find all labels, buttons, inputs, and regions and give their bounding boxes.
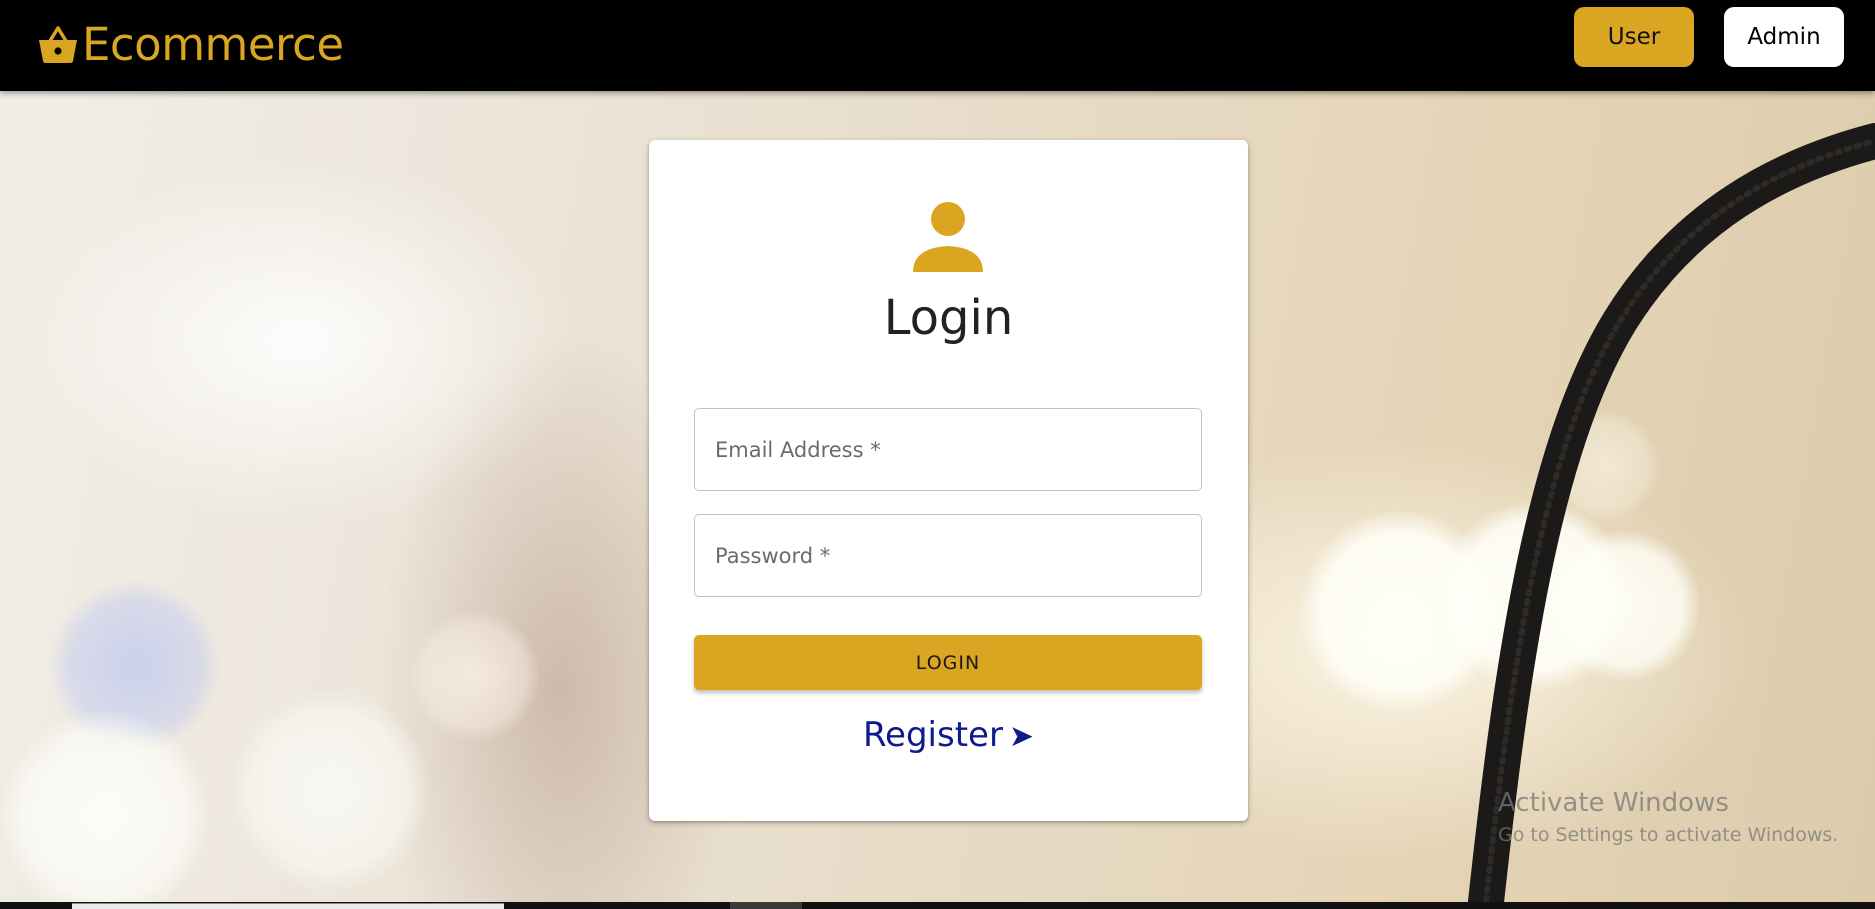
register-link[interactable]: Register ➤ (649, 715, 1248, 755)
activate-windows-watermark: Activate Windows Go to Settings to activ… (1498, 788, 1838, 850)
login-page: Ecommerce User Admin Login LOGIN Registe… (0, 0, 1875, 909)
bokeh-light (230, 691, 430, 891)
watermark-subtitle: Go to Settings to activate Windows. (1498, 824, 1839, 847)
arrow-right-icon: ➤ (1008, 719, 1035, 754)
email-field[interactable] (694, 408, 1202, 491)
top-navbar: Ecommerce User Admin (0, 0, 1875, 91)
taskbar-strip (0, 902, 1875, 909)
register-label: Register (862, 715, 1003, 755)
login-button[interactable]: LOGIN (694, 635, 1202, 690)
brand-logo-link[interactable]: Ecommerce (36, 14, 344, 74)
login-card: Login LOGIN Register➤ (649, 140, 1248, 821)
watermark-title: Activate Windows (1498, 788, 1729, 818)
login-title: Login (883, 290, 1014, 346)
user-button[interactable]: User (1574, 7, 1694, 67)
taskbar-item[interactable] (730, 902, 802, 909)
bag-strap-image (1467, 123, 1875, 902)
email-input[interactable] (695, 409, 1201, 490)
bokeh-light (410, 611, 540, 741)
password-input[interactable] (695, 515, 1201, 596)
bokeh-light (0, 711, 210, 902)
taskbar-thumbnail[interactable] (72, 903, 504, 909)
shopping-basket-icon (39, 26, 77, 63)
person-icon (913, 202, 983, 272)
password-field[interactable] (694, 514, 1202, 597)
brand-name: Ecommerce (82, 17, 344, 71)
admin-button[interactable]: Admin (1724, 7, 1844, 67)
